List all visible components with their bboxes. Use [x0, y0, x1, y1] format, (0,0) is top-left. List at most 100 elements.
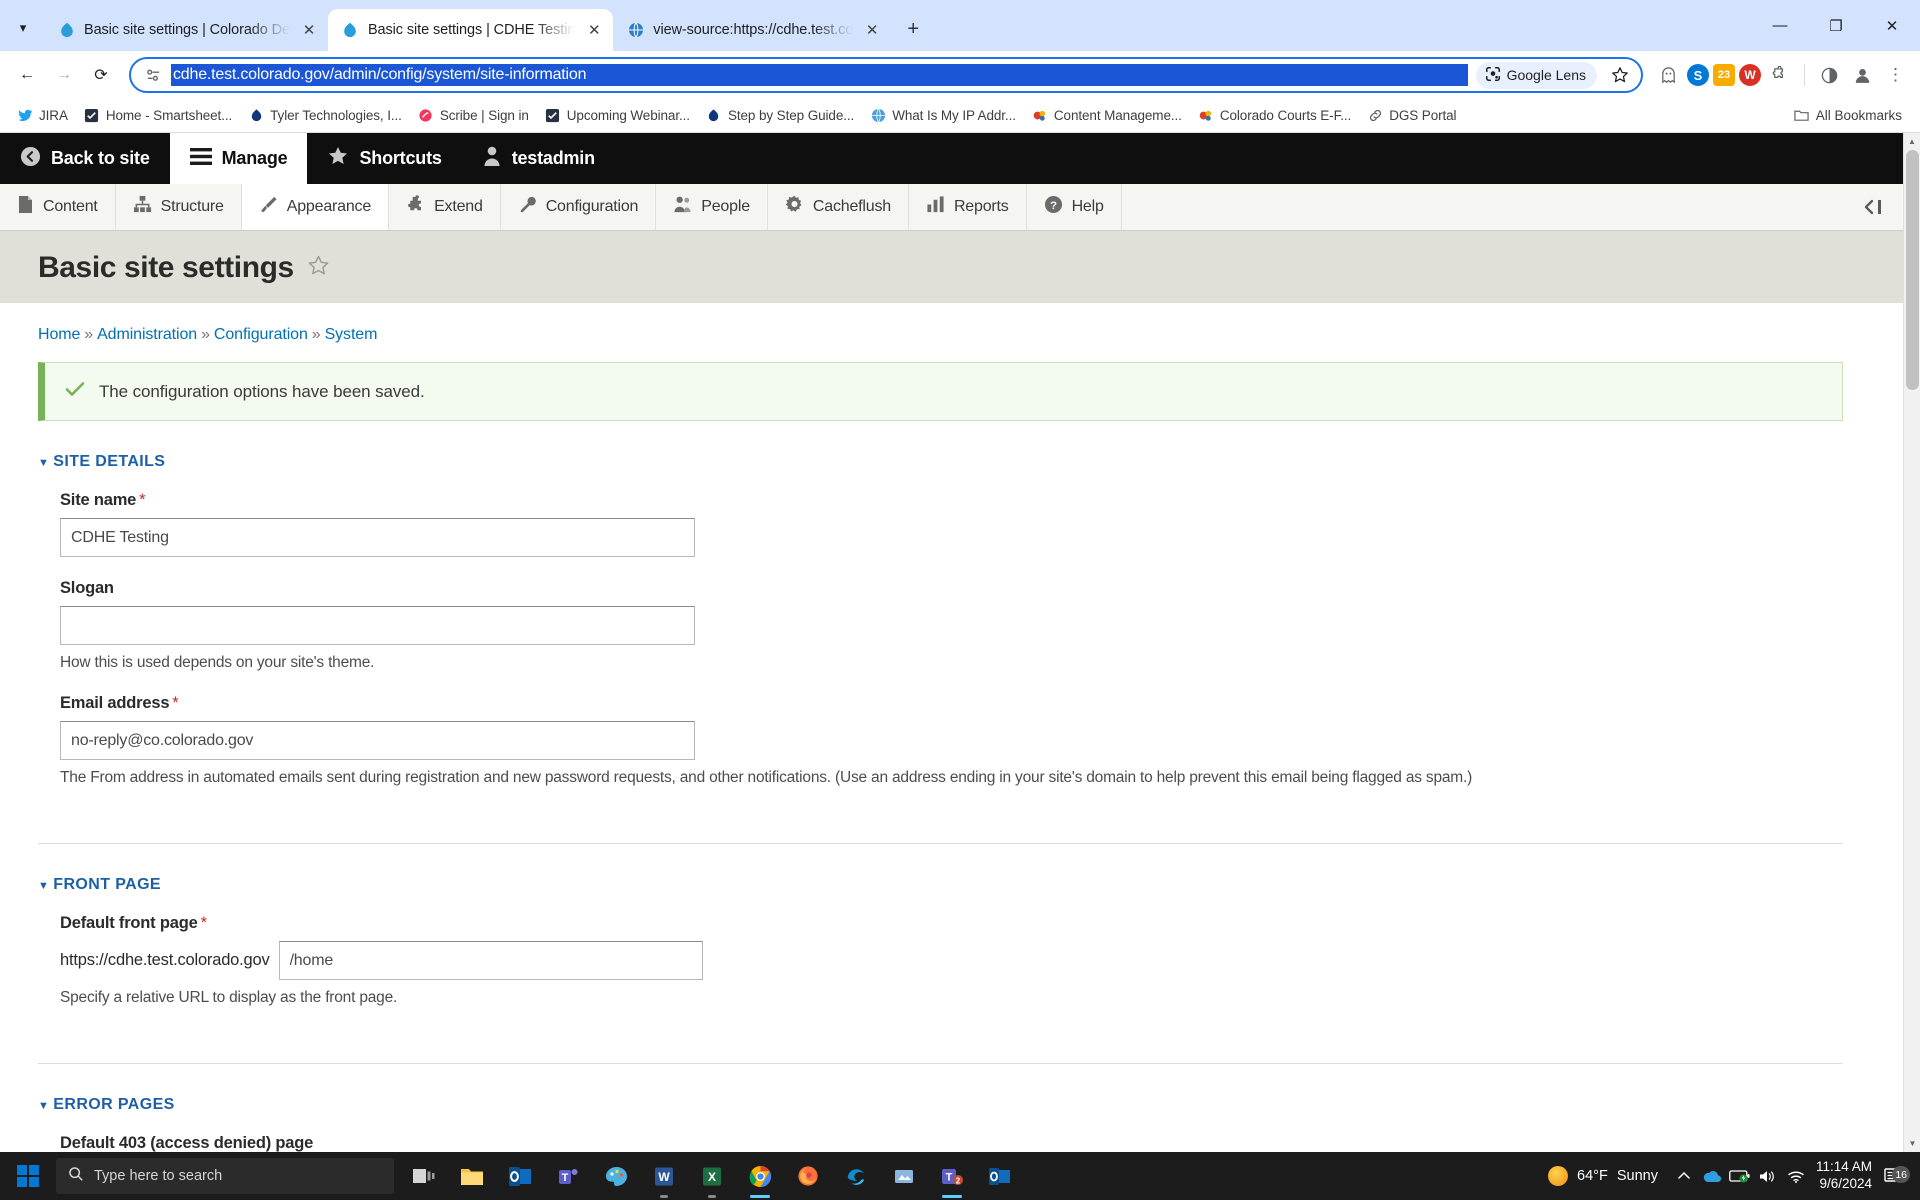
firefox-icon[interactable] [784, 1152, 832, 1200]
toolbar-item-structure[interactable]: Structure [116, 184, 242, 230]
address-bar-url[interactable]: cdhe.test.colorado.gov/admin/config/syst… [171, 64, 1468, 86]
browser-tab-0[interactable]: Basic site settings | Colorado De ✕ [44, 9, 328, 51]
back-icon[interactable]: ← [10, 58, 44, 92]
bookmark-scribe-sign-in[interactable]: Scribe | Sign in [411, 104, 536, 128]
breadcrumb-home[interactable]: Home [38, 326, 80, 343]
puzzle-extensions-icon[interactable] [1765, 61, 1794, 90]
word-icon[interactable]: W [640, 1152, 688, 1200]
scroll-up-arrow-icon[interactable]: ▲ [1904, 133, 1920, 150]
teams-icon[interactable]: T [544, 1152, 592, 1200]
breadcrumb-system[interactable]: System [325, 326, 378, 343]
reload-icon[interactable]: ⟳ [84, 58, 118, 92]
bookmark-what-is-my-ip[interactable]: What Is My IP Addr... [863, 104, 1023, 128]
toolbar-label: Extend [434, 198, 483, 215]
toolbar-item-content[interactable]: Content [0, 184, 116, 230]
breadcrumb-administration[interactable]: Administration [97, 326, 197, 343]
sync-profile-icon[interactable] [1815, 61, 1844, 90]
bookmark-jira[interactable]: JIRA [10, 104, 75, 128]
taskbar-clock[interactable]: 11:14 AM 9/6/2024 [1810, 1159, 1880, 1193]
tab-search-icon[interactable]: ▾ [6, 11, 40, 45]
star-outline-icon[interactable] [307, 254, 330, 282]
close-icon[interactable]: ✕ [299, 20, 319, 40]
ghost-extension-icon[interactable] [1654, 61, 1683, 90]
site-name-input[interactable] [60, 518, 695, 557]
bookmark-content-management[interactable]: Content Manageme... [1025, 104, 1189, 128]
task-view-icon[interactable] [400, 1152, 448, 1200]
fieldset-legend-error-pages[interactable]: ▼ ERROR PAGES [38, 1096, 1843, 1114]
browser-tab-2[interactable]: view-source:https://cdhe.test.co ✕ [613, 9, 891, 51]
outlook-new-icon[interactable] [976, 1152, 1024, 1200]
scrollbar-thumb[interactable] [1906, 150, 1919, 390]
taskbar-search-input[interactable]: Type here to search [56, 1158, 394, 1194]
bookmark-tyler-technologies[interactable]: Tyler Technologies, I... [241, 104, 409, 128]
new-tab-button[interactable]: + [897, 13, 929, 45]
bookmark-star-icon[interactable] [1605, 60, 1635, 90]
label-slogan: Slogan [60, 579, 114, 597]
toolbar-item-cacheflush[interactable]: Cacheflush [768, 184, 909, 230]
wordpress-extension-icon[interactable]: W [1739, 64, 1761, 86]
edge-icon[interactable] [832, 1152, 880, 1200]
notification-center-button[interactable]: 16 [1880, 1166, 1912, 1185]
minimize-button[interactable]: — [1752, 6, 1808, 46]
address-bar[interactable]: cdhe.test.colorado.gov/admin/config/syst… [129, 57, 1643, 93]
globe-icon [870, 108, 886, 124]
bookmark-dgs-portal[interactable]: DGS Portal [1360, 104, 1463, 128]
slogan-input[interactable] [60, 606, 695, 645]
file-explorer-icon[interactable] [448, 1152, 496, 1200]
toolbar-divider [1804, 64, 1805, 86]
bookmark-colorado-courts[interactable]: Colorado Courts E-F... [1191, 104, 1358, 128]
toolbar-manage[interactable]: Manage [169, 133, 308, 184]
page-info-icon[interactable] [143, 65, 163, 85]
taskbar-weather-widget[interactable]: 64°F Sunny [1536, 1166, 1670, 1186]
toolbar-item-help[interactable]: ? Help [1027, 184, 1122, 230]
bookmark-step-by-step-guide[interactable]: Step by Step Guide... [699, 104, 861, 128]
volume-icon[interactable] [1754, 1158, 1782, 1194]
chrome-icon[interactable] [736, 1152, 784, 1200]
bookmark-home-smartsheet[interactable]: Home - Smartsheet... [77, 104, 239, 128]
chrome-menu-icon[interactable]: ⋮ [1881, 61, 1910, 90]
show-hidden-icons-chevron[interactable] [1670, 1158, 1698, 1194]
wifi-icon[interactable] [1782, 1158, 1810, 1194]
fieldset-legend-front-page[interactable]: ▼ FRONT PAGE [38, 876, 1843, 894]
required-marker: * [139, 491, 146, 509]
close-icon[interactable]: ✕ [584, 20, 604, 40]
toolbar-shortcuts[interactable]: Shortcuts [307, 133, 461, 184]
tyler-icon [248, 108, 264, 124]
breadcrumb-configuration[interactable]: Configuration [214, 326, 308, 343]
bookmark-upcoming-webinar[interactable]: Upcoming Webinar... [538, 104, 697, 128]
toolbar-item-extend[interactable]: Extend [389, 184, 501, 230]
clock-time: 11:14 AM [1815, 1159, 1872, 1175]
browser-tab-1[interactable]: Basic site settings | CDHE Testin ✕ [327, 9, 614, 51]
calendar-extension-icon[interactable]: 23 [1713, 64, 1735, 86]
fieldset-legend-site-details[interactable]: ▼ SITE DETAILS [38, 453, 1843, 471]
battery-icon[interactable] [1726, 1158, 1754, 1194]
maximize-button[interactable]: ❐ [1808, 6, 1864, 46]
forward-icon[interactable]: → [47, 58, 81, 92]
google-lens-button[interactable]: Google Lens [1475, 61, 1597, 89]
toolbar-item-configuration[interactable]: Configuration [501, 184, 657, 230]
teams-chat-icon[interactable]: T2 [928, 1152, 976, 1200]
close-icon[interactable]: ✕ [862, 20, 882, 40]
collapse-toolbar-icon[interactable] [1845, 184, 1903, 230]
toolbar-item-appearance[interactable]: Appearance [241, 184, 390, 230]
toolbar-item-people[interactable]: People [656, 184, 768, 230]
excel-icon[interactable]: X [688, 1152, 736, 1200]
all-bookmarks-button[interactable]: All Bookmarks [1786, 104, 1910, 128]
fieldset-error-pages: ▼ ERROR PAGES Default 403 (access denied)… [38, 1096, 1843, 1152]
toolbar-back-to-site[interactable]: Back to site [0, 133, 170, 184]
default-front-page-input[interactable] [278, 941, 703, 980]
scroll-down-arrow-icon[interactable]: ▼ [1904, 1135, 1920, 1152]
email-address-input[interactable] [60, 721, 695, 760]
paint-icon[interactable] [592, 1152, 640, 1200]
toolbar-item-reports[interactable]: Reports [909, 184, 1027, 230]
windows-start-icon[interactable] [0, 1152, 56, 1200]
snipping-tool-icon[interactable] [880, 1152, 928, 1200]
skype-extension-icon[interactable]: S [1687, 64, 1709, 86]
page-scrollbar[interactable]: ▲ ▼ [1903, 133, 1920, 1152]
toolbar-user-testadmin[interactable]: testadmin [462, 133, 615, 184]
profile-avatar-icon[interactable] [1848, 61, 1877, 90]
toolbar-label: Help [1071, 198, 1104, 215]
outlook-icon[interactable] [496, 1152, 544, 1200]
close-window-button[interactable]: ✕ [1864, 6, 1920, 46]
onedrive-icon[interactable] [1698, 1158, 1726, 1194]
